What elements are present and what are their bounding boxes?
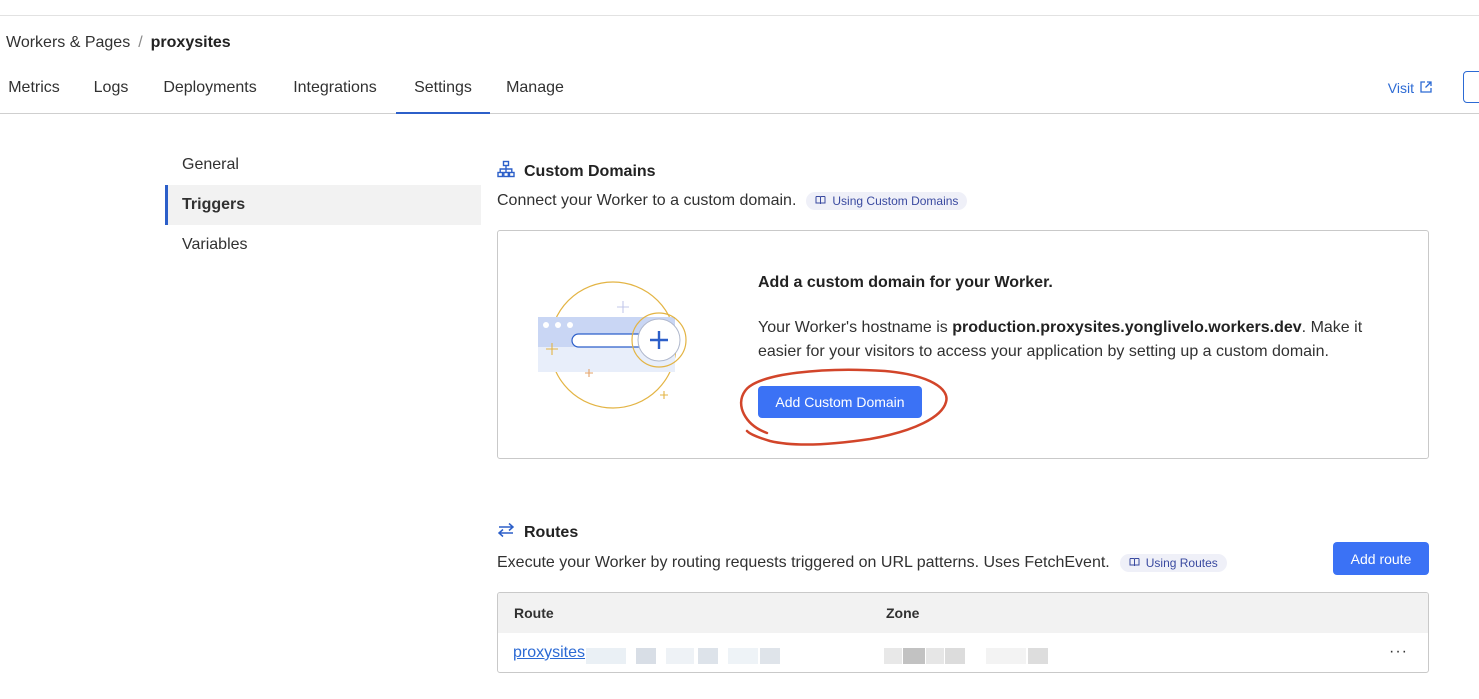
book-icon <box>815 194 826 208</box>
breadcrumb-parent[interactable]: Workers & Pages <box>6 34 130 52</box>
custom-domains-description-row: Connect your Worker to a custom domain. … <box>497 192 968 210</box>
tab-integrations[interactable]: Integrations <box>283 70 387 112</box>
sidebar-item-general[interactable]: General <box>165 145 481 185</box>
settings-sidebar: General Triggers Variables <box>165 145 481 265</box>
column-header-route: Route <box>514 605 554 621</box>
top-divider <box>0 15 1479 16</box>
table-header: Route Zone <box>498 593 1428 633</box>
custom-domains-title: Custom Domains <box>524 162 656 180</box>
sidebar-item-triggers[interactable]: Triggers <box>165 185 481 225</box>
table-row: proxysites ··· <box>498 633 1428 672</box>
breadcrumb-separator: / <box>138 34 143 51</box>
book-icon <box>1129 556 1140 570</box>
sidebar-item-variables[interactable]: Variables <box>165 225 481 265</box>
tab-metrics[interactable]: Metrics <box>0 70 68 112</box>
routes-title: Routes <box>524 523 579 541</box>
hostname-text-prefix: Your Worker's hostname is <box>758 319 953 336</box>
routes-description: Execute your Worker by routing requests … <box>497 554 1110 571</box>
using-routes-link[interactable]: Using Routes <box>1119 554 1227 572</box>
routes-table: Route Zone proxysites ··· <box>497 592 1429 673</box>
custom-domain-illustration <box>538 281 687 409</box>
custom-domains-description: Connect your Worker to a custom domain. <box>497 192 797 209</box>
sitemap-icon <box>497 160 515 183</box>
external-link-icon <box>1420 80 1432 96</box>
tab-deployments[interactable]: Deployments <box>155 70 265 112</box>
breadcrumb-current: proxysites <box>150 34 231 51</box>
column-header-zone: Zone <box>886 605 920 621</box>
card-title: Add a custom domain for your Worker. <box>758 274 1053 291</box>
row-menu-button[interactable]: ··· <box>1389 643 1408 661</box>
tab-manage[interactable]: Manage <box>498 70 572 112</box>
using-custom-domains-link[interactable]: Using Custom Domains <box>806 192 968 210</box>
annotation-circle <box>739 368 948 446</box>
worker-hostname: production.proxysites.yonglivelo.workers… <box>952 319 1302 336</box>
routes-heading: Routes <box>497 522 578 543</box>
card-text: Your Worker's hostname is production.pro… <box>758 316 1398 364</box>
arrows-swap-icon <box>497 522 515 543</box>
header-action-button[interactable] <box>1463 71 1479 103</box>
using-routes-label: Using Routes <box>1145 556 1218 570</box>
tab-settings[interactable]: Settings <box>396 70 490 114</box>
tab-logs[interactable]: Logs <box>85 70 137 112</box>
using-custom-domains-label: Using Custom Domains <box>832 194 959 208</box>
route-link[interactable]: proxysites <box>513 644 585 662</box>
visit-label: Visit <box>1387 80 1414 96</box>
visit-link[interactable]: Visit <box>1388 80 1432 96</box>
routes-description-row: Execute your Worker by routing requests … <box>497 554 1227 572</box>
add-route-button[interactable]: Add route <box>1333 542 1429 575</box>
custom-domains-heading: Custom Domains <box>497 160 656 183</box>
breadcrumb: Workers & Pages / proxysites <box>6 34 231 52</box>
tab-bar: Metrics Logs Deployments Integrations Se… <box>0 70 1479 114</box>
custom-domain-card: Add a custom domain for your Worker. You… <box>497 230 1429 459</box>
